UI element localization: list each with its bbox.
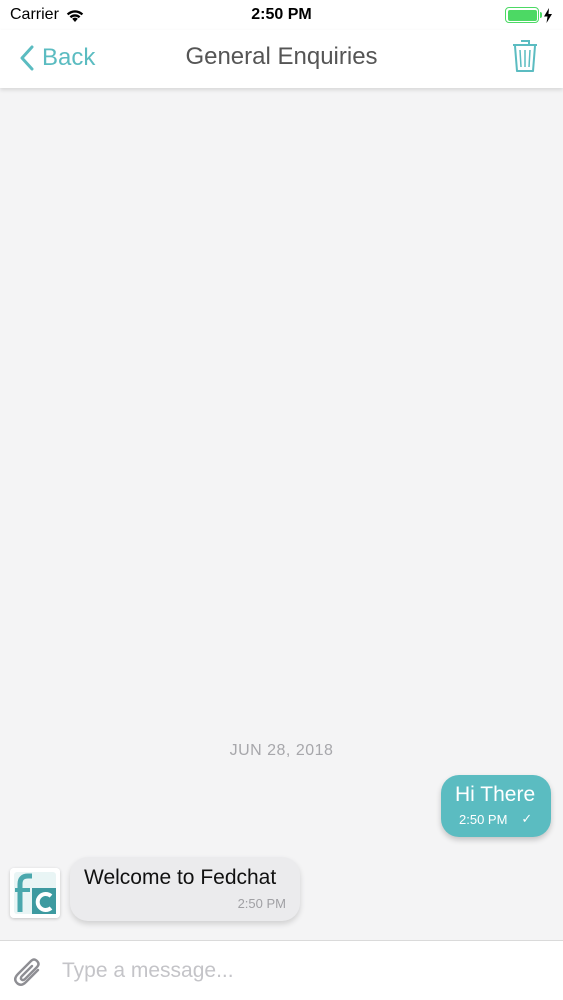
charging-bolt-icon [544,7,552,23]
outgoing-message[interactable]: Hi There 2:50 PM ✓ [441,775,551,837]
back-label: Back [42,44,96,71]
message-meta: 2:50 PM ✓ [455,811,537,827]
fedchat-logo-graphic [10,868,60,918]
attach-button[interactable] [12,953,46,989]
battery-icon [505,7,542,23]
chevron-left-icon [20,45,34,71]
message-time: 2:50 PM [237,896,286,911]
wifi-icon [66,9,84,22]
fedchat-logo [10,868,60,918]
paperclip-icon [14,958,40,986]
battery-level [507,9,537,21]
date-separator: JUN 28, 2018 [229,742,334,759]
status-bar: Carrier 2:50 PM [0,0,563,30]
trash-icon [513,40,537,72]
back-button[interactable]: Back [20,40,95,76]
message-composer [0,940,563,1000]
status-left: Carrier [10,6,85,24]
message-input[interactable] [62,951,542,991]
navigation-bar: Back General Enquiries [0,30,563,88]
carrier-label: Carrier [10,6,59,23]
incoming-message[interactable]: Welcome to Fedchat 2:50 PM [70,857,300,921]
message-text: Welcome to Fedchat [84,866,277,889]
status-right [505,7,553,23]
message-time: 2:50 PM [459,811,508,827]
delete-conversation-button[interactable] [511,38,539,74]
message-text: Hi There [455,783,536,806]
message-list[interactable]: JUN 28, 2018 Hi There 2:50 PM ✓ Welcome … [0,88,563,940]
delivered-check-icon: ✓ [521,811,533,826]
